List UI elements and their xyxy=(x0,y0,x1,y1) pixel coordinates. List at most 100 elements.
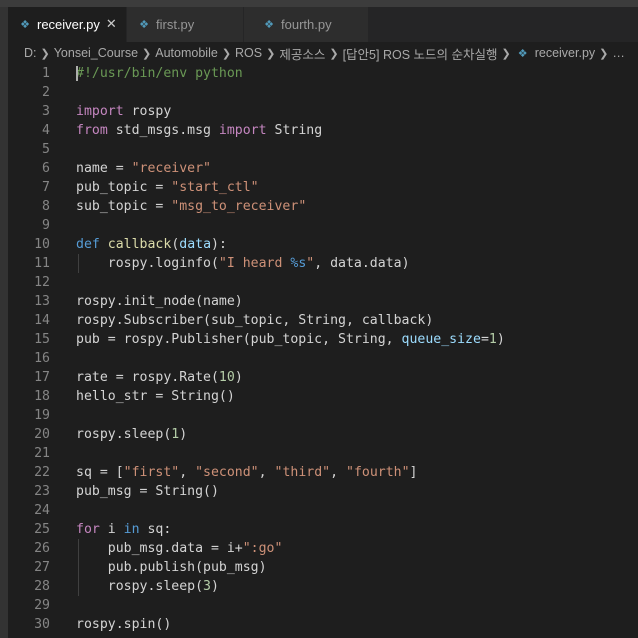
chevron-right-icon: ❯ xyxy=(599,47,609,60)
code-token: %s xyxy=(290,256,307,271)
code-token: rospy xyxy=(123,104,172,119)
code-token: for xyxy=(76,522,100,537)
code-line[interactable]: 17 rate = rospy.Rate(10) xyxy=(8,368,638,387)
code-token: pub_msg = String() xyxy=(76,484,219,499)
code-line[interactable]: 30 rospy.spin() xyxy=(8,615,638,634)
line-number: 12 xyxy=(34,275,50,290)
close-icon[interactable]: ✕ xyxy=(106,17,117,32)
tab-receiver[interactable]: ❖ receiver.py ✕ xyxy=(8,7,127,42)
code-token: callback xyxy=(107,237,172,252)
code-line[interactable]: 10 def callback(data): xyxy=(8,235,638,254)
code-line[interactable]: 3 import rospy xyxy=(8,102,638,121)
code-line[interactable]: 20 rospy.sleep(1) xyxy=(8,425,638,444)
breadcrumb-item-yonsei-course[interactable]: Yonsei_Course xyxy=(54,46,138,60)
tab-fourth[interactable]: ❖ fourth.py xyxy=(244,7,369,42)
tab-label: first.py xyxy=(156,17,195,32)
line-number: 8 xyxy=(42,199,50,214)
code-token: sq = [ xyxy=(76,465,124,480)
text-cursor xyxy=(76,66,78,81)
code-text: rospy.loginfo("I heard %s", data.data) xyxy=(76,254,410,273)
code-text: pub_msg.data = i+":go" xyxy=(76,539,283,558)
code-line[interactable]: 8 sub_topic = "msg_to_receiver" xyxy=(8,197,638,216)
code-line[interactable]: 11 rospy.loginfo("I heard %s", data.data… xyxy=(8,254,638,273)
line-number: 14 xyxy=(34,313,50,328)
line-number: 29 xyxy=(34,598,50,613)
line-number: 11 xyxy=(34,256,50,271)
code-line[interactable]: 4 from std_msgs.msg import String xyxy=(8,121,638,140)
breadcrumb-item-answer5[interactable]: [답안5] ROS 노드의 순차실행 xyxy=(343,44,498,63)
tab-bar: ❖ receiver.py ✕ ❖ first.py ❖ fourth.py xyxy=(8,7,638,42)
code-token: ] xyxy=(409,465,418,480)
code-token: = xyxy=(480,332,489,347)
code-token: rospy.sleep( xyxy=(76,579,204,594)
code-line[interactable]: 18 hello_str = String() xyxy=(8,387,638,406)
line-number: 27 xyxy=(34,560,50,575)
code-line[interactable]: 24 xyxy=(8,501,638,520)
breadcrumb-item-ros[interactable]: ROS xyxy=(235,46,262,60)
code-text: #!/usr/bin/env python xyxy=(76,64,243,83)
line-number: 3 xyxy=(42,104,50,119)
line-number: 20 xyxy=(34,427,50,442)
code-token: rate = rospy.Rate( xyxy=(76,370,219,385)
code-line[interactable]: 27 pub.publish(pub_msg) xyxy=(8,558,638,577)
chevron-right-icon: ❯ xyxy=(266,47,276,60)
code-token: #!/usr/bin/env python xyxy=(76,66,243,81)
python-icon: ❖ xyxy=(139,18,149,31)
code-token: sub_topic = xyxy=(76,199,172,214)
code-token: ) xyxy=(179,427,188,442)
code-token: 1 xyxy=(488,332,497,347)
code-token: hello_str = String() xyxy=(76,389,235,404)
code-line[interactable]: 14 rospy.Subscriber(sub_topic, String, ca… xyxy=(8,311,638,330)
breadcrumb: D: ❯ Yonsei_Course ❯ Automobile ❯ ROS ❯ … xyxy=(8,42,638,64)
line-number: 1 xyxy=(42,66,50,81)
code-line[interactable]: 16 xyxy=(8,349,638,368)
code-line[interactable]: 22 sq = ["first", "second", "third", "fou… xyxy=(8,463,638,482)
code-line[interactable]: 21 xyxy=(8,444,638,463)
code-line[interactable]: 19 xyxy=(8,406,638,425)
breadcrumb-item-file[interactable]: receiver.py xyxy=(535,46,595,60)
code-line[interactable]: 25 for i in sq: xyxy=(8,520,638,539)
code-line[interactable]: 28 rospy.sleep(3) xyxy=(8,577,638,596)
code-token: "msg_to_receiver" xyxy=(171,199,307,214)
breadcrumb-item-more[interactable]: … xyxy=(612,46,625,60)
code-text: pub_msg = String() xyxy=(76,482,219,501)
python-icon: ❖ xyxy=(517,47,528,60)
code-text: pub.publish(pub_msg) xyxy=(76,558,267,577)
code-text: from std_msgs.msg import String xyxy=(76,121,322,140)
breadcrumb-item-source[interactable]: 제공소스 xyxy=(279,44,325,63)
code-line[interactable]: 12 xyxy=(8,273,638,292)
code-token: pub = rospy.Publisher(pub_topic, String, xyxy=(76,332,402,347)
line-number: 4 xyxy=(42,123,50,138)
code-token: rospy.loginfo( xyxy=(76,256,219,271)
code-text: rospy.Subscriber(sub_topic, String, call… xyxy=(76,311,433,330)
code-line[interactable]: 13 rospy.init_node(name) xyxy=(8,292,638,311)
code-token: pub.publish(pub_msg) xyxy=(76,560,267,575)
code-line[interactable]: 2 xyxy=(8,83,638,102)
python-icon: ❖ xyxy=(20,18,30,31)
code-line[interactable]: 23 pub_msg = String() xyxy=(8,482,638,501)
code-token: String xyxy=(266,123,323,138)
code-token: from xyxy=(76,123,108,138)
code-text: import rospy xyxy=(76,102,171,121)
code-line[interactable]: 29 xyxy=(8,596,638,615)
tab-first[interactable]: ❖ first.py xyxy=(127,7,244,42)
code-line[interactable]: 1 #!/usr/bin/env python xyxy=(8,64,638,83)
code-text: rospy.sleep(1) xyxy=(76,425,187,444)
code-text: name = "receiver" xyxy=(76,159,211,178)
code-token: , xyxy=(330,465,346,480)
breadcrumb-item-automobile[interactable]: Automobile xyxy=(155,46,218,60)
code-editor[interactable]: 1 #!/usr/bin/env python 2 3 import rospy 4 fro… xyxy=(8,64,638,638)
code-line[interactable]: 6 name = "receiver" xyxy=(8,159,638,178)
code-line[interactable]: 5 xyxy=(8,140,638,159)
chevron-right-icon: ❯ xyxy=(142,47,152,60)
tab-label: receiver.py xyxy=(37,17,100,32)
breadcrumb-item-drive[interactable]: D: xyxy=(24,46,37,60)
code-line[interactable]: 26 pub_msg.data = i+":go" xyxy=(8,539,638,558)
line-number: 15 xyxy=(34,332,50,347)
code-line[interactable]: 7 pub_topic = "start_ctl" xyxy=(8,178,638,197)
code-line[interactable]: 15 pub = rospy.Publisher(pub_topic, Strin… xyxy=(8,330,638,349)
code-line[interactable]: 9 xyxy=(8,216,638,235)
code-text: hello_str = String() xyxy=(76,387,235,406)
code-token: import xyxy=(218,123,267,138)
